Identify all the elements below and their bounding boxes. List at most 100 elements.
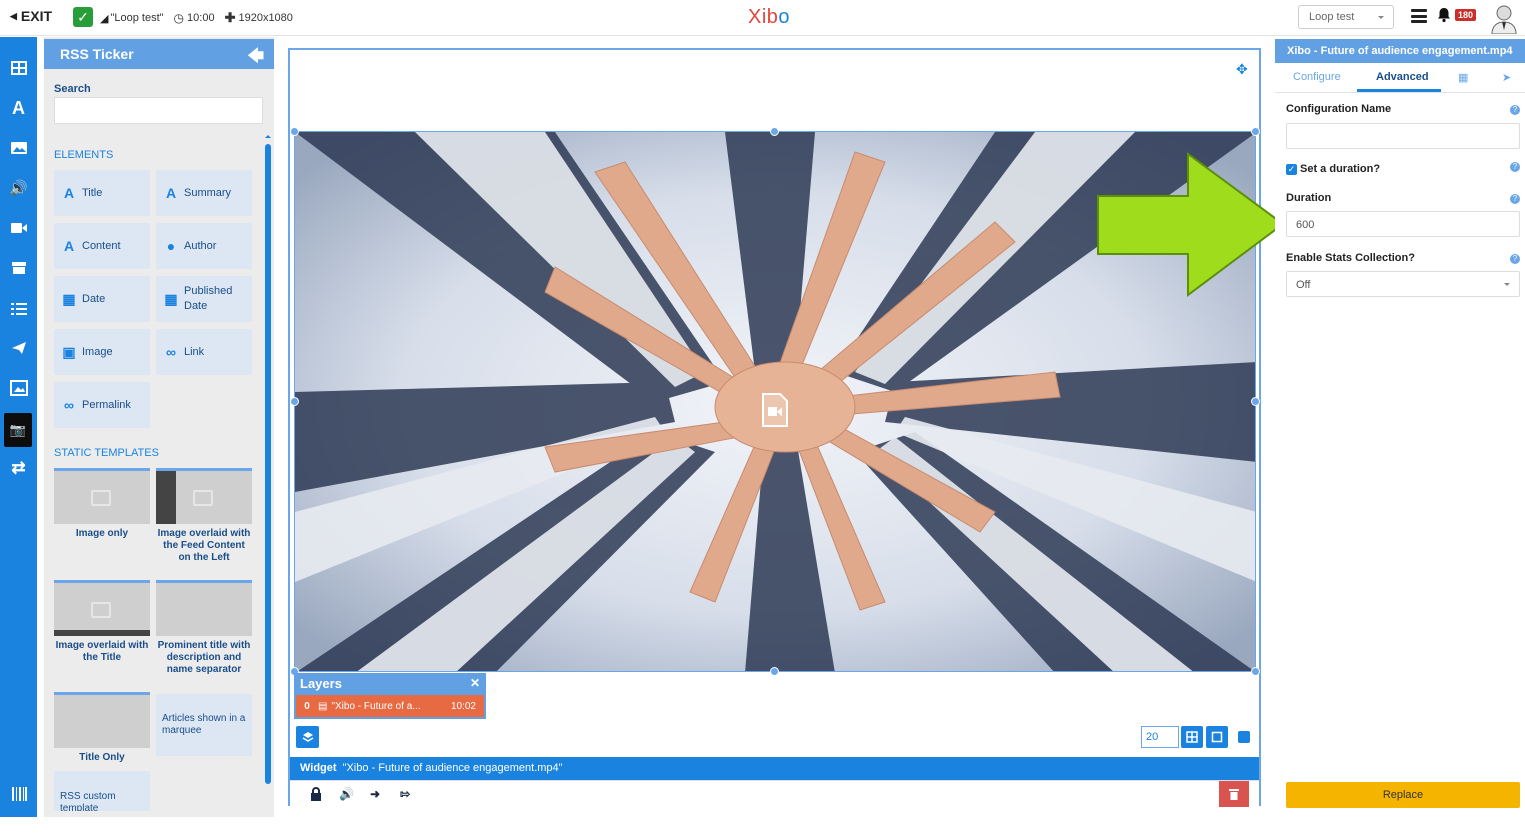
publish-status-icon[interactable]: ✓ xyxy=(73,7,93,27)
layout-duration: 10:00 xyxy=(187,12,215,24)
zoom-input[interactable]: 20 xyxy=(1141,726,1179,748)
element-link[interactable]: ∞ Link xyxy=(156,329,252,375)
help-icon[interactable]: ? xyxy=(1510,194,1520,204)
template-label: Image overlaid with the Title xyxy=(55,640,149,663)
config-name-input[interactable] xyxy=(1286,123,1520,149)
element-content[interactable]: A Content xyxy=(54,223,150,269)
swap-icon[interactable]: ⇄ xyxy=(0,451,37,485)
element-date[interactable]: ▦ Date xyxy=(54,276,150,322)
chevron-down-icon xyxy=(1504,283,1510,289)
widget-name: "Xibo - Future of audience engagement.mp… xyxy=(342,762,563,774)
element-label: Image xyxy=(82,346,113,358)
move-icon[interactable]: ✥ xyxy=(1236,61,1248,78)
send-icon[interactable]: ➤ xyxy=(1502,71,1511,84)
lock-icon[interactable] xyxy=(310,787,328,801)
template-thumbnail xyxy=(156,580,252,636)
element-label: Published Date xyxy=(184,285,233,312)
grid-icon xyxy=(1186,731,1198,743)
resize-handle[interactable] xyxy=(1251,397,1260,406)
audio-icon[interactable]: 🔊 xyxy=(0,171,37,205)
resize-handle[interactable] xyxy=(770,667,779,676)
video-icon[interactable] xyxy=(0,211,37,245)
layers-toggle-button[interactable] xyxy=(296,726,319,748)
resize-handle[interactable] xyxy=(770,127,779,136)
menu-icon[interactable] xyxy=(1411,9,1427,23)
user-avatar[interactable] xyxy=(1489,2,1519,35)
search-label: Search xyxy=(54,83,91,95)
template-custom[interactable]: RSS custom template xyxy=(54,771,150,811)
gallery-icon[interactable] xyxy=(0,371,37,405)
layout-select[interactable]: Loop test xyxy=(1298,5,1394,29)
video-file-icon: ▤ xyxy=(318,700,328,712)
stats-select-value: Off xyxy=(1296,279,1311,291)
text-icon[interactable]: A xyxy=(0,91,37,125)
duration-input[interactable]: 600 xyxy=(1286,211,1520,237)
resolution-icon: ✚ xyxy=(224,10,236,25)
exit-icon[interactable]: ⇰ xyxy=(400,787,418,801)
replace-button[interactable]: Replace xyxy=(1286,782,1520,808)
template-image-overlaid-feed[interactable]: Image overlaid with the Feed Content on … xyxy=(156,468,252,564)
toolbox-scrollbar[interactable] xyxy=(265,132,271,792)
grid-icon[interactable] xyxy=(0,51,37,85)
layout-name: "Loop test" xyxy=(110,12,164,24)
image-icon[interactable] xyxy=(0,131,37,165)
tab-configure[interactable]: Configure xyxy=(1293,71,1341,83)
resize-handle[interactable] xyxy=(290,127,299,136)
help-icon[interactable]: ? xyxy=(1510,254,1520,264)
help-icon[interactable]: ? xyxy=(1510,162,1520,172)
layers-title: Layers xyxy=(300,676,342,691)
template-image-overlaid-title[interactable]: Image overlaid with the Title xyxy=(54,580,150,664)
properties-tabs: Configure Advanced ▦ ➤ xyxy=(1275,63,1525,93)
layout-resolution: 1920x1080 xyxy=(238,12,293,24)
grid-icon[interactable]: ▦ xyxy=(1458,71,1468,84)
toolbox-title: RSS Ticker xyxy=(60,46,134,62)
layer-row[interactable]: 0 ▤ "Xibo - Future of a... 10:02 xyxy=(296,695,484,717)
tab-advanced[interactable]: Advanced xyxy=(1376,71,1429,83)
trash-icon xyxy=(1229,789,1239,800)
element-permalink[interactable]: ∞ Permalink xyxy=(54,382,150,428)
close-icon[interactable]: ✕ xyxy=(470,676,480,690)
resize-handle[interactable] xyxy=(1251,667,1260,676)
element-published-date[interactable]: ▦ Published Date xyxy=(156,276,252,322)
archive-icon[interactable] xyxy=(0,251,37,285)
exit-button[interactable]: ◀ EXIT xyxy=(10,8,52,24)
video-file-icon xyxy=(761,393,789,427)
config-name-label: Configuration Name xyxy=(1286,103,1392,115)
stats-label: Enable Stats Collection? xyxy=(1286,252,1415,264)
delete-button[interactable] xyxy=(1219,781,1249,807)
tag-icon: ◢ xyxy=(100,12,109,25)
notification-badge[interactable]: 180 xyxy=(1455,9,1477,21)
arrow-left-icon[interactable]: 🡄 xyxy=(247,45,264,72)
layout-info: ◢ "Loop test" ◷ 10:00 ✚ 1920x1080 xyxy=(100,10,293,26)
grid-view-button[interactable] xyxy=(1181,726,1203,748)
fullscreen-button[interactable] xyxy=(1238,731,1250,743)
element-summary[interactable]: A Summary xyxy=(156,170,252,216)
template-label: Image overlaid with the Feed Content on … xyxy=(157,528,251,563)
exit-label: EXIT xyxy=(20,8,53,24)
search-input[interactable] xyxy=(54,97,263,124)
help-icon[interactable]: ? xyxy=(1510,105,1520,115)
template-title-only[interactable]: Title Only xyxy=(54,692,150,764)
set-duration-checkbox[interactable]: ✓ xyxy=(1286,164,1297,175)
element-title[interactable]: A Title xyxy=(54,170,150,216)
template-image-only[interactable]: Image only xyxy=(54,468,150,540)
element-image[interactable]: ▣ Image xyxy=(54,329,150,375)
widget-library-icon[interactable]: 📷 xyxy=(4,413,32,447)
template-label: Title Only xyxy=(79,752,125,763)
send-icon[interactable] xyxy=(0,331,37,365)
image-placeholder-icon xyxy=(91,602,111,618)
resize-handle[interactable] xyxy=(290,397,299,406)
element-author[interactable]: ● Author xyxy=(156,223,252,269)
template-marquee[interactable]: Articles shown in a marquee xyxy=(156,694,252,756)
list-icon[interactable] xyxy=(0,291,37,325)
fit-view-button[interactable] xyxy=(1206,726,1228,748)
barcode-icon[interactable] xyxy=(0,777,37,811)
resize-handle[interactable] xyxy=(1251,127,1260,136)
link-icon: ∞ xyxy=(166,344,176,360)
image-placeholder-icon xyxy=(193,490,213,506)
audio-icon[interactable]: 🔊 xyxy=(339,787,357,801)
stats-select[interactable]: Off xyxy=(1286,271,1520,297)
enter-icon[interactable]: ➜ xyxy=(370,787,388,801)
template-prominent-title[interactable]: Prominent title with description and nam… xyxy=(156,580,252,676)
bell-icon[interactable] xyxy=(1436,7,1452,23)
